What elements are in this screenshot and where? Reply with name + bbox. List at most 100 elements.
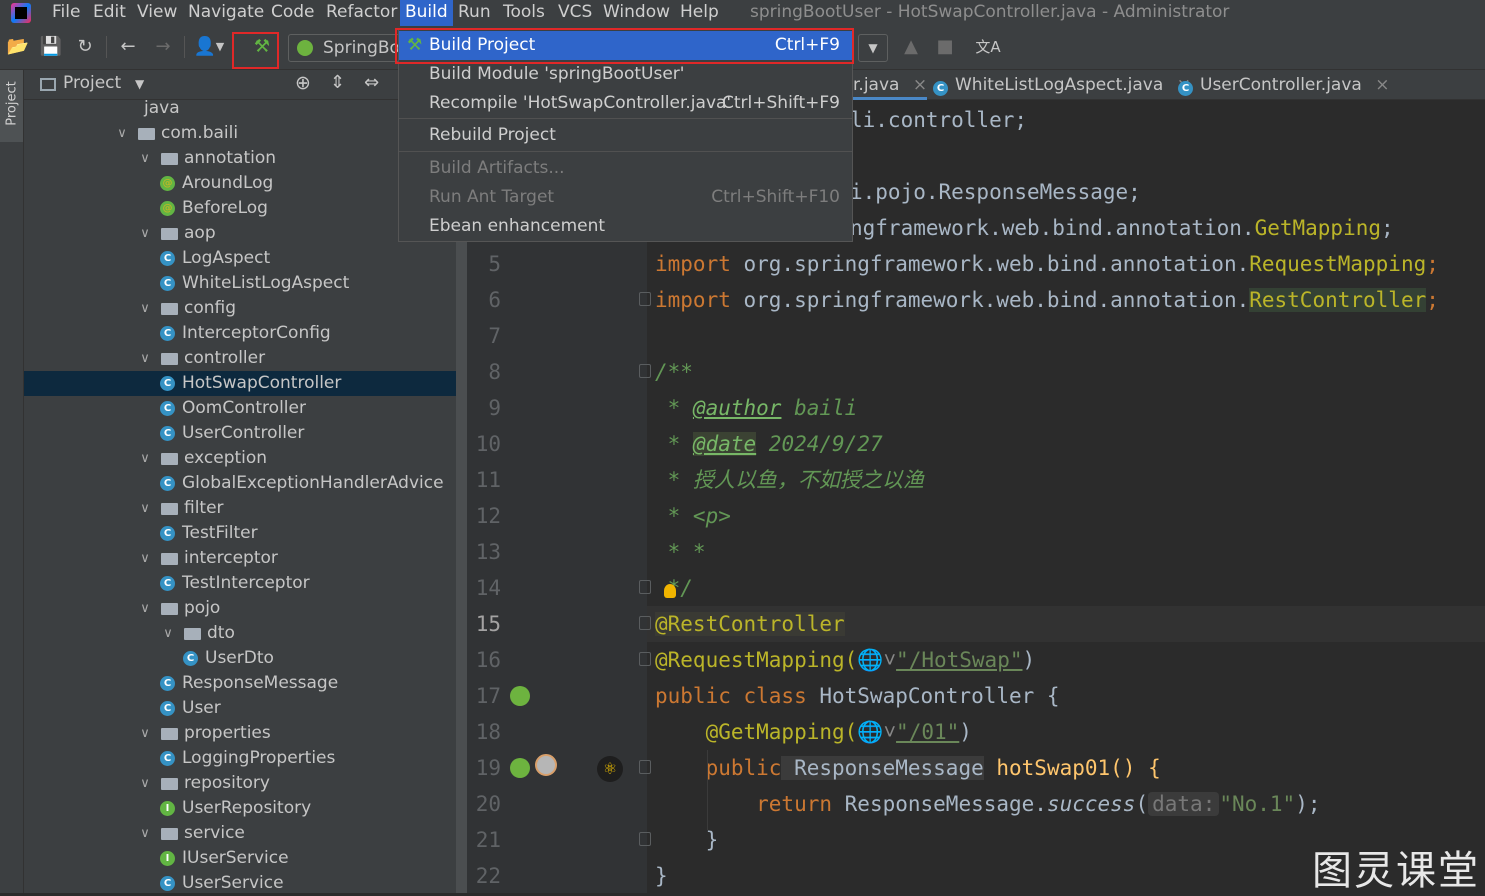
menu-navigate[interactable]: Navigate xyxy=(188,0,264,26)
menu-refactor[interactable]: Refactor xyxy=(326,0,397,26)
menu-tools[interactable]: Tools xyxy=(503,0,545,26)
tree-item-label: com.baili xyxy=(161,123,239,143)
chevron-down-icon[interactable]: ∨ xyxy=(137,496,153,521)
tree-item[interactable]: C ResponseMessage xyxy=(24,671,467,696)
menu-window[interactable]: Window xyxy=(603,0,670,26)
run-method-icon[interactable]: ⚛ xyxy=(597,756,623,782)
tree-item[interactable]: ∨ filter xyxy=(24,496,467,521)
tree-item[interactable]: C HotSwapController xyxy=(24,371,467,396)
tree-item[interactable]: ∨ dto xyxy=(24,621,467,646)
project-view-dropdown-icon[interactable]: ▼ xyxy=(135,77,144,91)
tree-item[interactable]: ∨ service xyxy=(24,821,467,846)
tree-item[interactable]: C LoggingProperties xyxy=(24,746,467,771)
fold-marker-icon[interactable] xyxy=(639,652,651,666)
tree-item[interactable]: C GlobalExceptionHandlerAdvice xyxy=(24,471,467,496)
tree-item[interactable]: C LogAspect xyxy=(24,246,467,271)
chevron-down-icon[interactable]: ∨ xyxy=(137,596,153,621)
tree-item[interactable]: C UserController xyxy=(24,421,467,446)
monkey-icon[interactable] xyxy=(535,754,557,776)
tree-item[interactable]: C User xyxy=(24,696,467,721)
tree-item[interactable]: C TestInterceptor xyxy=(24,571,467,596)
fold-marker-icon[interactable] xyxy=(639,364,651,378)
line-number: 17 xyxy=(475,684,501,708)
tree-item[interactable]: C InterceptorConfig xyxy=(24,321,467,346)
code-line-6: import org.springframework.web.bind.anno… xyxy=(655,288,1439,312)
chevron-down-icon[interactable]: ∨ xyxy=(114,121,130,146)
menu-item-recompile-hotswapcontroller-java[interactable]: Recompile 'HotSwapController.java' Ctrl+S… xyxy=(399,89,852,118)
menu-build[interactable]: Build xyxy=(400,0,453,26)
open-folder-icon[interactable]: 📂 xyxy=(5,34,31,60)
run-config-selector[interactable]: SpringBo xyxy=(288,34,400,62)
back-icon[interactable]: ← xyxy=(115,34,141,60)
tab-hotswapcontroller[interactable]: r.java × xyxy=(853,70,928,100)
close-icon[interactable]: × xyxy=(913,75,927,95)
tree-item[interactable]: C TestFilter xyxy=(24,521,467,546)
sync-icon[interactable]: ↻ xyxy=(72,34,98,60)
menu-item-build-module-springbootuser[interactable]: Build Module 'springBootUser' xyxy=(399,60,852,89)
line-number: 8 xyxy=(488,360,501,384)
fold-marker-icon[interactable] xyxy=(639,616,651,630)
bulb-icon[interactable] xyxy=(664,584,676,598)
fold-marker-icon[interactable] xyxy=(639,832,651,846)
chevron-down-icon[interactable]: ∨ xyxy=(137,221,153,246)
stop-icon[interactable]: ■ xyxy=(932,34,958,60)
chevron-down-icon[interactable]: ∨ xyxy=(137,296,153,321)
globe-icon[interactable]: 🌐˅ xyxy=(857,648,896,672)
globe-icon[interactable]: 🌐˅ xyxy=(857,720,896,744)
menu-edit[interactable]: Edit xyxy=(93,0,126,26)
tree-item[interactable]: ∨ repository xyxy=(24,771,467,796)
folder-icon xyxy=(161,453,178,465)
tree-item-label: pojo xyxy=(184,598,221,618)
chevron-down-icon[interactable]: ∨ xyxy=(137,146,153,171)
collapse-all-icon[interactable]: ⇔ xyxy=(364,72,379,93)
code-line-10: * @date 2024/9/27 xyxy=(655,432,883,456)
tree-item[interactable]: ∨ controller xyxy=(24,346,467,371)
translate-icon[interactable]: 文A xyxy=(975,34,1001,60)
tree-item[interactable]: C UserDto xyxy=(24,646,467,671)
chevron-down-icon[interactable]: ∨ xyxy=(137,346,153,371)
tree-item[interactable]: I UserRepository xyxy=(24,796,467,821)
menu-file[interactable]: File xyxy=(52,0,80,26)
dropdown-arrow-icon[interactable]: ▼ xyxy=(212,34,228,60)
tab-whitelistlogaspect[interactable]: CWhiteListLogAspect.java × xyxy=(933,70,1191,100)
locate-icon[interactable]: ⊕ xyxy=(295,72,311,94)
forward-icon[interactable]: → xyxy=(150,34,176,60)
code-line-9: * @author baili xyxy=(655,396,858,420)
fold-marker-icon[interactable] xyxy=(639,292,651,306)
menu-run[interactable]: Run xyxy=(458,0,491,26)
save-icon[interactable]: 💾 xyxy=(38,34,64,60)
chevron-down-icon[interactable]: ∨ xyxy=(137,721,153,746)
menu-help[interactable]: Help xyxy=(680,0,719,26)
run-config-dropdown[interactable]: ▼ xyxy=(858,34,888,62)
tree-item[interactable]: ∨ properties xyxy=(24,721,467,746)
menu-code[interactable]: Code xyxy=(271,0,315,26)
fold-marker-icon[interactable] xyxy=(639,760,651,774)
menu-vcs[interactable]: VCS xyxy=(558,0,592,26)
tree-item[interactable]: C UserService xyxy=(24,871,467,893)
tree-item[interactable]: ∨ interceptor xyxy=(24,546,467,571)
tree-item[interactable]: ∨ config xyxy=(24,296,467,321)
profiler-icon[interactable]: ▲ xyxy=(898,34,924,60)
tree-item[interactable]: ∨ exception xyxy=(24,446,467,471)
chevron-down-icon[interactable]: ∨ xyxy=(137,771,153,796)
tree-item[interactable]: I IUserService xyxy=(24,846,467,871)
spring-bean-icon[interactable] xyxy=(510,686,530,706)
fold-marker-icon[interactable] xyxy=(639,580,651,594)
expand-all-icon[interactable]: ⇕ xyxy=(330,72,345,93)
tree-item[interactable]: ∨ pojo xyxy=(24,596,467,621)
close-icon[interactable]: × xyxy=(1375,75,1389,95)
chevron-down-icon[interactable]: ∨ xyxy=(137,821,153,846)
chevron-down-icon[interactable]: ∨ xyxy=(137,446,153,471)
project-panel-title[interactable]: Project xyxy=(63,73,121,93)
tree-item[interactable]: C WhiteListLogAspect xyxy=(24,271,467,296)
line-number: 21 xyxy=(475,828,501,852)
menu-item-rebuild-project[interactable]: Rebuild Project xyxy=(399,121,852,150)
chevron-down-icon[interactable]: ∨ xyxy=(137,546,153,571)
folder-icon xyxy=(161,778,178,790)
spring-endpoint-icon[interactable] xyxy=(510,758,530,778)
menu-item-ebean-enhancement[interactable]: Ebean enhancement xyxy=(399,212,852,241)
chevron-down-icon[interactable]: ∨ xyxy=(160,621,176,646)
menu-view[interactable]: View xyxy=(137,0,177,26)
tab-usercontroller[interactable]: C UserController.java × xyxy=(1178,70,1390,100)
tree-item[interactable]: C OomController xyxy=(24,396,467,421)
